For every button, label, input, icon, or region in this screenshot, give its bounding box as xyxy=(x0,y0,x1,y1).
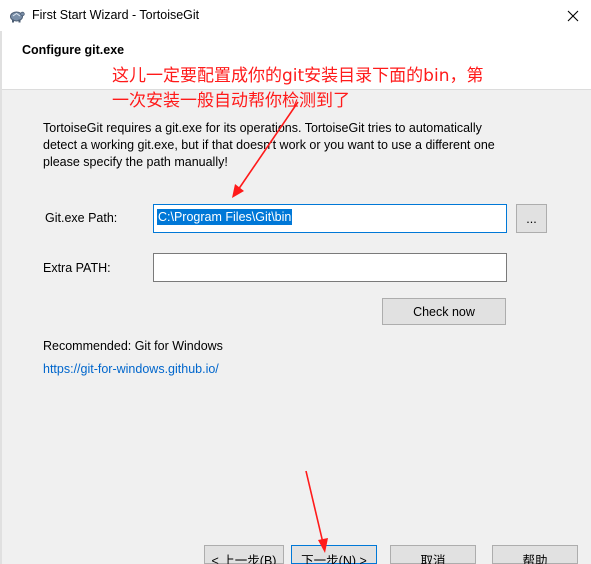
description-line-1: TortoiseGit requires a git.exe for its o… xyxy=(43,121,482,135)
help-button[interactable]: 帮助 xyxy=(492,545,578,564)
back-button[interactable]: < 上一步(B) xyxy=(204,545,284,564)
annotation-line-2: 一次安装一般自动帮你检测到了 xyxy=(112,91,350,111)
git-for-windows-link[interactable]: https://git-for-windows.github.io/ xyxy=(43,362,219,376)
annotation-line-1: 这儿一定要配置成你的git安装目录下面的bin，第 xyxy=(112,66,484,86)
description-line-2: detect a working git.exe, but if that do… xyxy=(43,138,495,152)
check-now-button[interactable]: Check now xyxy=(382,298,506,325)
wizard-window: First Start Wizard - TortoiseGit Configu… xyxy=(0,0,591,564)
description-text: TortoiseGit requires a git.exe for its o… xyxy=(43,120,543,171)
recommended-label: Recommended: Git for Windows xyxy=(43,339,223,353)
browse-button[interactable]: ... xyxy=(516,204,547,233)
title-bar[interactable]: First Start Wizard - TortoiseGit xyxy=(0,0,591,31)
tortoisegit-app-icon xyxy=(10,11,25,23)
description-line-3: please specify the path manually! xyxy=(43,155,228,169)
annotation-text: 这儿一定要配置成你的git安装目录下面的bin，第 一次安装一般自动帮你检测到了 xyxy=(112,64,532,114)
left-edge xyxy=(0,31,2,564)
window-title: First Start Wizard - TortoiseGit xyxy=(32,8,200,22)
extra-path-input[interactable] xyxy=(153,253,507,282)
git-path-value: C:\Program Files\Git\bin xyxy=(157,209,293,225)
cancel-button[interactable]: 取消 xyxy=(390,545,476,564)
next-button[interactable]: 下一步(N) > xyxy=(291,545,377,564)
git-path-label: Git.exe Path: xyxy=(45,211,118,225)
git-path-input[interactable]: C:\Program Files\Git\bin xyxy=(153,204,507,233)
page-title: Configure git.exe xyxy=(22,43,125,57)
close-button[interactable] xyxy=(555,0,591,31)
close-icon xyxy=(567,10,579,21)
extra-path-label: Extra PATH: xyxy=(43,261,111,275)
